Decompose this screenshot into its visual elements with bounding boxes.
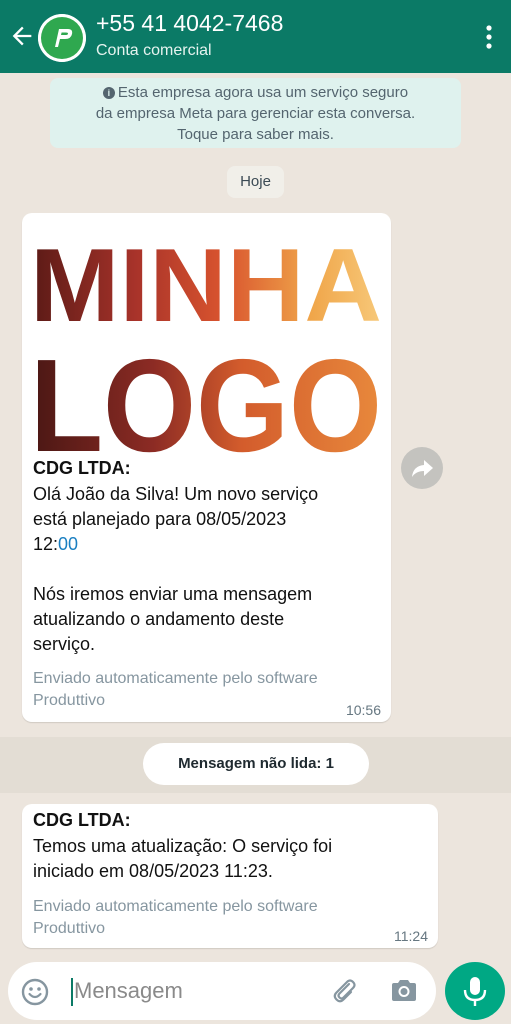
logo-image-graphic: MINHA LOGO [30,228,382,461]
contact-name[interactable]: +55 41 4042-7468 [96,10,283,37]
forward-button[interactable] [401,447,443,489]
footer-line: Enviado automaticamente pelo software [33,898,318,915]
message-line: iniciado em 08/05/2023 11:23. [33,861,273,881]
message-line: serviço. [33,634,96,654]
message-bubble[interactable]: MINHA LOGO CDG LTDA: Olá João da Silva! … [22,213,391,722]
message-time-link[interactable]: 00 [58,534,78,554]
message-time-hour: 12: [33,534,59,554]
message-line: Olá João da Silva! Um novo serviço [33,484,319,504]
message-time: 11:24 [394,928,428,944]
message-line: Temos uma atualização: O serviço foi [33,836,333,856]
avatar[interactable] [38,14,86,62]
back-arrow-icon[interactable] [8,22,36,50]
more-vertical-icon[interactable] [485,24,493,50]
unread-messages-badge: Mensagem não lida: 1 [143,743,369,785]
emoji-icon[interactable] [20,977,50,1007]
message-footer: Enviado automaticamente pelo software Pr… [33,668,378,712]
sender-name: CDG LTDA: [33,810,131,830]
message-input[interactable] [74,974,314,1008]
message-bubble[interactable]: CDG LTDA: Temos uma atualização: O servi… [22,804,438,948]
banner-line-1: Esta empresa agora usa um serviço seguro [117,84,409,101]
message-text: Olá João da Silva! Um novo serviço está … [33,482,378,657]
banner-line-3: Toque para saber mais. [177,126,334,143]
contact-subtitle: Conta comercial [96,42,212,59]
microphone-icon [463,977,487,1006]
message-time: 10:56 [345,702,381,718]
message-footer: Enviado automaticamente pelo software Pr… [33,896,428,940]
voice-message-button[interactable] [445,962,505,1020]
logo-text-line1: MINHA [30,228,382,344]
message-text: Temos uma atualização: O serviço foi ini… [33,834,428,884]
date-separator: Hoje [227,166,284,198]
message-line: atualizando o andamento deste [33,609,285,629]
footer-line: Produttivo [33,692,106,709]
sender-name: CDG LTDA: [33,458,131,478]
footer-line: Enviado automaticamente pelo software [33,670,318,687]
footer-line: Produttivo [33,920,106,937]
logo-text-line2: LOGO [30,332,382,461]
chat-header: +55 41 4042-7468 Conta comercial [0,0,511,73]
text-cursor [71,978,73,1006]
encryption-info-banner[interactable]: i Esta empresa agora usa um serviço segur… [50,78,461,148]
business-logo-icon [38,14,86,62]
banner-line-2: da empresa Meta para gerenciar esta conv… [95,105,416,122]
camera-icon[interactable] [388,975,420,1007]
paperclip-icon[interactable] [328,975,360,1007]
message-line: Nós iremos enviar uma mensagem [33,584,313,604]
info-icon: i [102,87,115,99]
message-composer[interactable] [8,962,436,1020]
message-line: 12:00 [33,532,378,557]
logo-image[interactable]: MINHA LOGO [28,221,385,461]
forward-icon [412,460,433,477]
message-line: está planejado para 08/05/2023 [33,509,287,529]
